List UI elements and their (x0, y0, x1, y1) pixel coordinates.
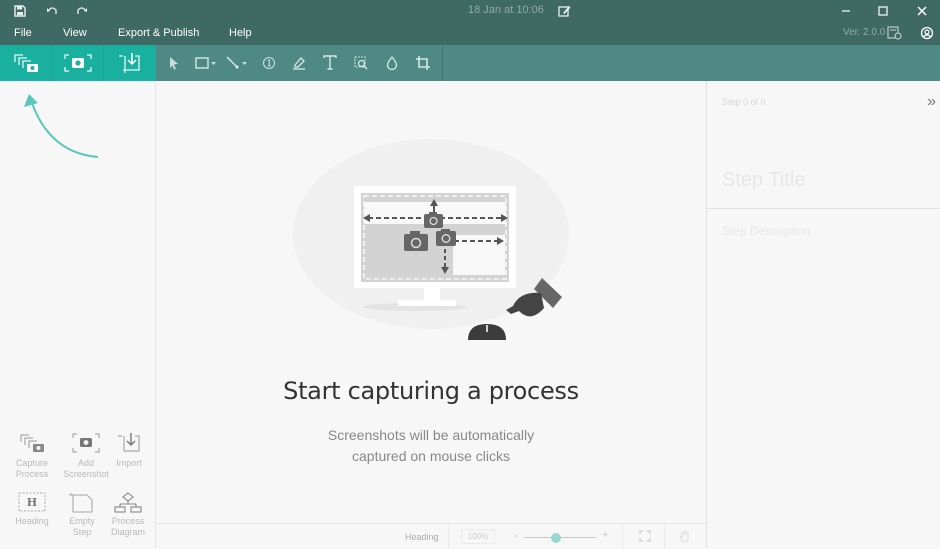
toolbar (0, 45, 940, 81)
process-diagram-item[interactable]: Process Diagram (102, 491, 154, 538)
step-description-input[interactable]: Step Description (722, 224, 810, 238)
menu-help[interactable]: Help (229, 27, 252, 39)
heading-label: Heading (15, 516, 49, 526)
close-button[interactable] (912, 2, 932, 20)
empty-state-subtitle-line-2: captured on mouse clicks (352, 448, 510, 464)
status-divider (622, 524, 623, 549)
add-screenshot-label-1: Add (77, 458, 94, 468)
zoom-in-button[interactable]: + (602, 529, 608, 541)
crop-tool[interactable] (416, 53, 430, 73)
menu-export-publish[interactable]: Export & Publish (118, 27, 199, 39)
empty-step-icon (69, 493, 93, 513)
account-icon[interactable] (919, 25, 935, 41)
rectangle-icon (195, 57, 216, 69)
close-icon (917, 6, 927, 16)
import-icon (119, 53, 140, 73)
blur-icon (386, 56, 398, 70)
text-tool[interactable] (323, 53, 337, 73)
step-details-panel: Step 0 of 0 » Step Title Step Descriptio… (706, 81, 940, 548)
menu-bar: File View Export & Publish Help Ver. 2.0… (0, 22, 940, 45)
canvas-area: Start capturing a process Screenshots wi… (156, 81, 706, 548)
status-divider (448, 524, 449, 549)
import-icon (118, 433, 140, 452)
document-date: 18 Jan at 10:06 (468, 4, 544, 16)
capture-process-label-2: Process (15, 469, 49, 479)
pan-tool-button[interactable] (679, 530, 691, 545)
capture-illustration (354, 186, 562, 340)
version-label: Ver. 2.0.0 (843, 27, 886, 38)
minimize-icon (842, 10, 850, 12)
hint-arrow-icon (24, 94, 99, 158)
release-notes-icon[interactable] (886, 25, 902, 41)
empty-state-subtitle: Screenshots will be automatically captur… (156, 425, 706, 467)
menu-view[interactable]: View (63, 27, 87, 39)
zoom-slider-handle[interactable] (551, 533, 562, 543)
zoom-out-button[interactable]: - (514, 530, 518, 542)
heading-item[interactable]: H Heading (6, 491, 58, 527)
menu-file[interactable]: File (14, 27, 32, 39)
process-diagram-label-2: Diagram (110, 527, 145, 537)
highlighter-icon (293, 57, 305, 70)
undo-icon[interactable] (44, 3, 60, 19)
edit-title-icon[interactable] (556, 3, 572, 19)
panel-divider (707, 208, 940, 209)
line-tool[interactable] (226, 53, 250, 73)
process-diagram-icon (114, 492, 142, 513)
status-divider (664, 524, 665, 549)
highlighter-tool[interactable] (292, 53, 306, 73)
style-label[interactable]: Heading (405, 532, 439, 542)
step-title-input[interactable]: Step Title (722, 169, 805, 192)
line-icon (226, 56, 247, 69)
crop-icon (416, 56, 430, 70)
add-screenshot-label-2: Screenshot (63, 469, 109, 479)
status-bar: Heading 100% - + (156, 523, 706, 549)
import-button[interactable] (104, 45, 156, 81)
toolbar-divider (442, 45, 443, 81)
step-number-icon (262, 56, 276, 70)
empty-state-subtitle-line-1: Screenshots will be automatically (327, 427, 535, 443)
add-screenshot-icon (72, 433, 100, 453)
capture-process-item[interactable]: Capture Process (6, 431, 58, 480)
blur-tool[interactable] (386, 53, 398, 73)
rectangle-tool[interactable] (195, 53, 219, 73)
minimize-button[interactable] (836, 2, 856, 20)
process-diagram-label-1: Process (111, 516, 145, 526)
hand-icon (679, 530, 689, 543)
empty-state-title: Start capturing a process (283, 377, 579, 405)
heading-icon: H (18, 492, 46, 512)
pointer-icon (170, 57, 178, 70)
import-item[interactable]: Import (103, 431, 155, 469)
capture-group (0, 45, 156, 81)
import-label: Import (116, 458, 142, 468)
zoom-percentage-field[interactable]: 100% (461, 529, 495, 544)
step-counter: Step 0 of 0 (722, 97, 766, 107)
redo-icon[interactable] (74, 3, 90, 19)
zoom-region-icon (354, 56, 368, 70)
fit-screen-icon (639, 530, 651, 542)
maximize-button[interactable] (873, 2, 893, 20)
pointer-tool[interactable] (168, 53, 180, 73)
capture-process-icon (13, 54, 38, 72)
text-icon (323, 55, 337, 70)
title-bar: 18 Jan at 10:06 (0, 0, 940, 22)
capture-process-icon (20, 434, 44, 452)
save-icon[interactable] (12, 3, 28, 19)
zoom-region-tool[interactable] (354, 53, 368, 73)
add-screenshot-icon (63, 54, 92, 72)
empty-step-label-2: Step (72, 527, 92, 537)
maximize-icon (878, 6, 888, 16)
capture-process-button[interactable] (0, 45, 52, 81)
svg-text:H: H (27, 496, 37, 509)
capture-process-label-1: Capture (15, 458, 49, 468)
empty-step-item[interactable]: Empty Step (56, 491, 108, 538)
empty-step-label-1: Empty (69, 516, 95, 526)
collapse-panel-button[interactable]: » (927, 93, 936, 111)
fit-to-screen-button[interactable] (639, 530, 651, 544)
add-screenshot-button[interactable] (52, 45, 104, 81)
left-panel: Capture Process Add Screenshot Import H … (0, 81, 156, 548)
step-number-tool[interactable] (262, 53, 276, 73)
